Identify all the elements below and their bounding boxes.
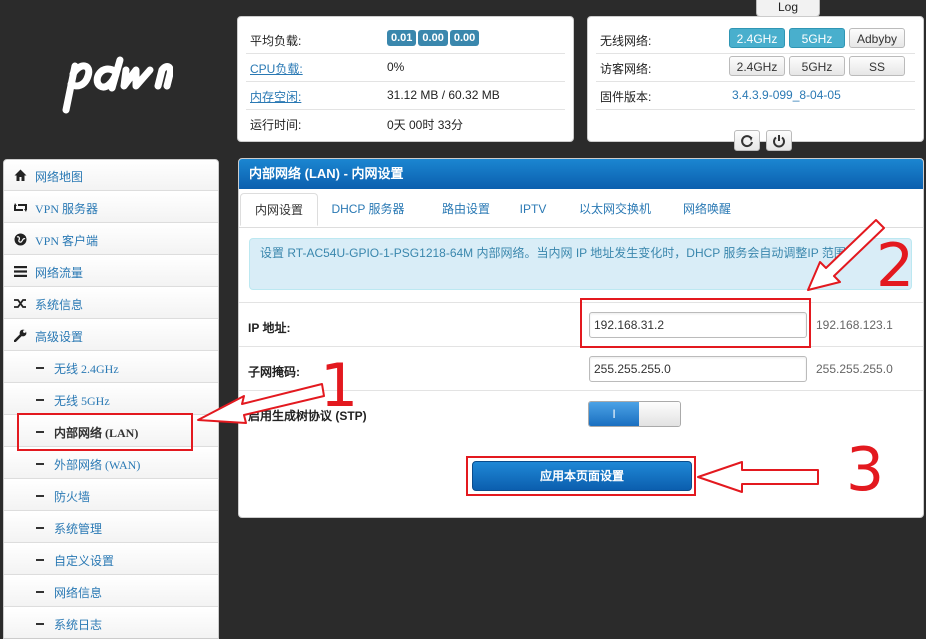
annotation-arrows [197,219,885,493]
arrow-3-icon [697,461,819,493]
arrow-1-icon [197,383,325,424]
annotation-number-3: 3 [846,435,885,505]
arrow-2-icon [807,219,885,291]
annotation-number-2: 2 [876,231,915,301]
annotation-number-1: 1 [320,351,359,421]
